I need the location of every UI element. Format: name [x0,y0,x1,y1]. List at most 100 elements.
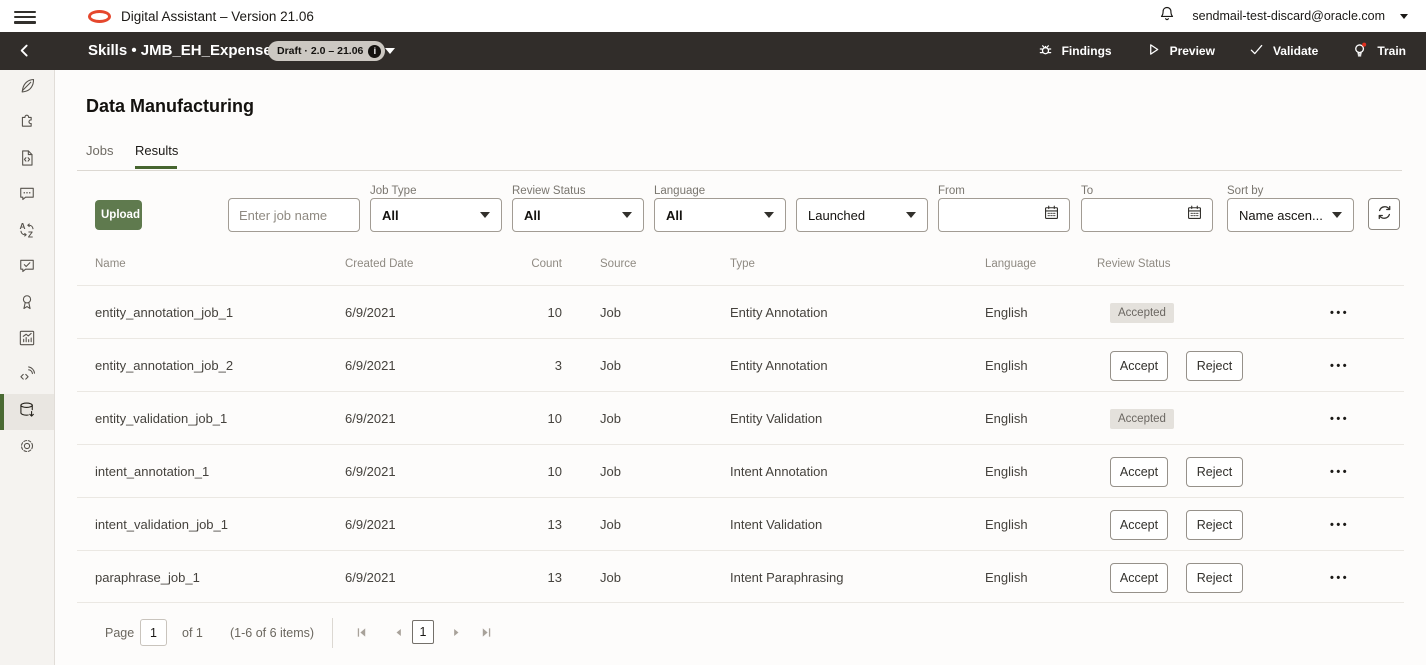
skill-breadcrumb-title: Skills • JMB_EH_Expenses [88,42,280,59]
sidebar-item-settings[interactable] [0,430,54,466]
chevron-down-icon [480,212,490,218]
launch-status-select[interactable]: Launched [796,198,928,232]
reject-button[interactable]: Reject [1186,510,1243,540]
user-menu-caret-icon[interactable] [1400,14,1408,19]
table-row: entity_validation_job_1 6/9/2021 10 Job … [77,391,1404,444]
previous-page-icon[interactable] [390,621,406,643]
page-title: Data Manufacturing [86,96,254,117]
sort-by-select[interactable]: Name ascen... [1227,198,1354,232]
cell-type: Intent Paraphrasing [730,551,843,604]
review-status-value: All [524,208,541,223]
page-label: Page [105,626,134,640]
refresh-button[interactable] [1368,198,1400,230]
job-name-input[interactable] [228,198,360,232]
ribbon-icon [17,292,37,317]
from-date-input[interactable] [938,198,1070,232]
row-menu-icon[interactable]: ••• [1330,498,1349,551]
sidebar-item-skill-components[interactable] [0,106,54,142]
menu-icon[interactable] [14,8,36,26]
back-button[interactable] [15,41,35,61]
oracle-logo [88,10,111,23]
col-header-created-date: Created Date [345,258,413,270]
accept-button[interactable]: Accept [1110,351,1168,381]
review-status-label: Review Status [512,185,586,197]
row-menu-icon[interactable]: ••• [1330,339,1349,392]
sidebar-item-entities[interactable] [0,142,54,178]
language-label: Language [654,185,705,197]
to-date-label: To [1081,185,1093,197]
next-page-icon[interactable] [448,621,464,643]
cell-language: English [985,392,1028,445]
accept-button[interactable]: Accept [1110,457,1168,487]
accept-button[interactable]: Accept [1110,563,1168,593]
translate-icon: AZ [17,220,37,245]
cell-type: Intent Annotation [730,445,828,498]
cell-source: Job [600,445,621,498]
chevron-down-icon [622,212,632,218]
cell-language: English [985,445,1028,498]
row-menu-icon[interactable]: ••• [1330,286,1349,339]
sidebar-item-channels[interactable] [0,358,54,394]
info-icon[interactable]: i [368,45,381,58]
items-range-label: (1-6 of 6 items) [230,626,314,640]
job-type-label: Job Type [370,185,416,197]
tab-results[interactable]: Results [135,143,178,158]
notifications-bell-icon[interactable] [1157,4,1177,29]
col-header-language: Language [985,258,1036,270]
job-type-select[interactable]: All [370,198,502,232]
sidebar-item-skill-quality[interactable] [0,286,54,322]
svg-text:Z: Z [28,229,33,239]
row-menu-icon[interactable]: ••• [1330,551,1349,604]
cell-language: English [985,286,1028,339]
validate-button[interactable]: Validate [1247,40,1318,62]
cell-source: Job [600,286,621,339]
col-header-review-status: Review Status [1097,258,1171,270]
app-header: Digital Assistant – Version 21.06 sendma… [0,0,1426,32]
gear-icon [17,436,37,461]
validate-label: Validate [1273,44,1318,58]
cell-name: entity_validation_job_1 [95,392,227,445]
cell-count: 10 [472,286,562,339]
reject-button[interactable]: Reject [1186,457,1243,487]
pagination-divider [332,618,333,648]
sidebar-item-qna[interactable] [0,250,54,286]
user-email[interactable]: sendmail-test-discard@oracle.com [1192,9,1385,23]
row-menu-icon[interactable]: ••• [1330,392,1349,445]
page-number-input[interactable] [140,619,167,646]
review-status-select[interactable]: All [512,198,644,232]
sidebar-item-intents[interactable] [0,70,54,106]
last-page-icon[interactable] [478,621,494,643]
cell-name: paraphrase_job_1 [95,551,200,604]
calendar-icon[interactable] [1185,203,1204,227]
calendar-icon[interactable] [1042,203,1061,227]
findings-button[interactable]: Findings [1036,40,1112,62]
reject-button[interactable]: Reject [1186,563,1243,593]
check-icon [1247,40,1266,62]
tab-jobs[interactable]: Jobs [86,143,113,158]
version-badge[interactable]: Draft · 2.0 – 21.06 i [268,41,385,61]
to-date-input[interactable] [1081,198,1213,232]
chart-icon [17,328,37,353]
language-select[interactable]: All [654,198,786,232]
first-page-icon[interactable] [353,621,369,643]
sidebar-item-resource-bundles[interactable]: AZ [0,214,54,250]
cell-count: 13 [472,551,562,604]
accept-button[interactable]: Accept [1110,510,1168,540]
skill-toolbar: Skills • JMB_EH_Expenses Draft · 2.0 – 2… [0,32,1426,70]
skill-menu-caret-icon[interactable] [385,48,395,54]
sidebar: AZ [0,70,55,665]
sort-by-value: Name ascen... [1239,208,1323,223]
sidebar-item-dialog[interactable] [0,178,54,214]
train-button[interactable]: Train [1350,40,1406,63]
chevron-down-icon [764,212,774,218]
sidebar-item-data-manufacturing[interactable] [0,394,54,430]
row-menu-icon[interactable]: ••• [1330,445,1349,498]
preview-button[interactable]: Preview [1144,40,1215,62]
upload-button[interactable]: Upload [95,200,142,230]
reject-button[interactable]: Reject [1186,351,1243,381]
current-page-indicator[interactable]: 1 [412,620,434,644]
sidebar-item-insights[interactable] [0,322,54,358]
cell-created-date: 6/9/2021 [345,498,396,551]
cell-created-date: 6/9/2021 [345,339,396,392]
cell-name: intent_annotation_1 [95,445,209,498]
